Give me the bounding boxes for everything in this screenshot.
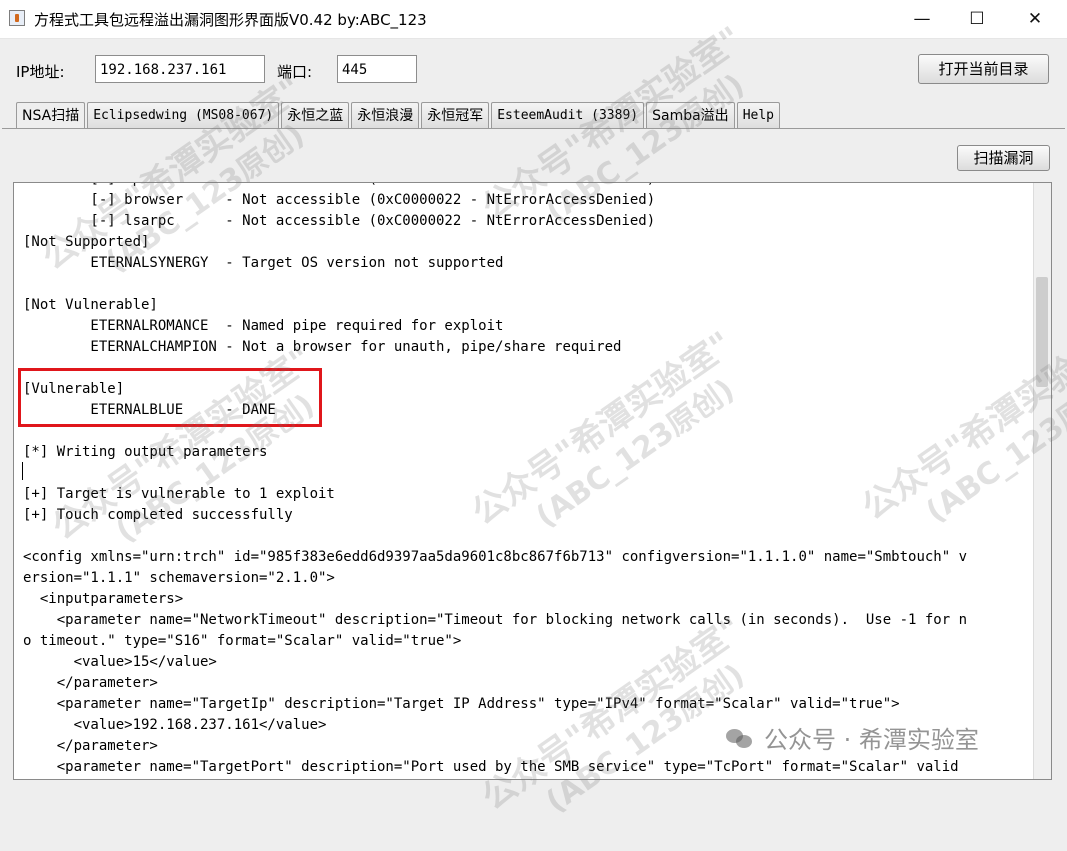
console-line: <parameter name="NetworkTimeout" descrip… [23, 612, 968, 628]
tab-eclipsedwing[interactable]: Eclipsedwing (MS08-067) [87, 102, 280, 128]
tab-eternalchampion[interactable]: 永恒冠军 [421, 102, 490, 128]
close-button[interactable]: ✕ [1006, 0, 1064, 38]
console-line: </parameter> [23, 675, 158, 691]
title-bar: 方程式工具包远程溢出漏洞图形界面版V0.42 by:ABC_123 — ☐ ✕ [0, 0, 1067, 39]
console-line: <config xmlns="urn:trch" id="985f383e6ed… [23, 549, 968, 565]
vertical-scrollbar[interactable] [1033, 183, 1051, 779]
console-line: ersion="1.1.1" schemaversion="2.1.0"> [23, 570, 335, 586]
tab-bar: NSA扫描 Eclipsedwing (MS08-067) 永恒之蓝 永恒浪漫 … [16, 102, 782, 129]
scrollbar-thumb[interactable] [1036, 277, 1048, 387]
port-input[interactable]: 445 [337, 55, 417, 83]
scan-vulnerability-button[interactable]: 扫描漏洞 [957, 145, 1050, 171]
tab-esteemaudit[interactable]: EsteemAudit (3389) [491, 102, 645, 128]
console-line: [*] Writing output parameters [23, 444, 268, 460]
minimize-button[interactable]: — [893, 0, 951, 38]
console-line: ETERNALCHAMPION - Not a browser for unau… [23, 339, 622, 355]
ip-address-input[interactable]: 192.168.237.161 [95, 55, 265, 83]
console-text: [-] spoolss - Not accessible (0xC0000022… [23, 183, 1028, 778]
console-line: [+] Touch completed successfully [23, 507, 293, 523]
console-line: [-] spoolss - Not accessible (0xC0000022… [23, 183, 1028, 190]
wechat-badge: 公众号 · 希潭实验室 [726, 720, 979, 755]
console-line: ETERNALSYNERGY - Target OS version not s… [23, 255, 504, 271]
open-current-dir-button[interactable]: 打开当前目录 [918, 54, 1049, 84]
window-title: 方程式工具包远程溢出漏洞图形界面版V0.42 by:ABC_123 [34, 11, 427, 29]
text-caret [22, 462, 23, 480]
console-line: [+] Target is vulnerable to 1 exploit [23, 486, 335, 502]
console-line: <parameter name="TargetPort" description… [23, 759, 959, 775]
console-line: <inputparameters> [23, 591, 184, 607]
port-label: 端口: [277, 63, 313, 81]
maximize-button[interactable]: ☐ [948, 0, 1006, 38]
console-line: <parameter name="TargetIp" description="… [23, 696, 900, 712]
console-output-area[interactable]: [-] spoolss - Not accessible (0xC0000022… [13, 182, 1052, 780]
tab-help[interactable]: Help [736, 102, 780, 128]
tab-samba-overflow[interactable]: Samba溢出 [646, 102, 735, 128]
console-line: [Not Vulnerable] [23, 297, 158, 313]
console-line: o timeout." type="S16" format="Scalar" v… [23, 633, 462, 649]
ip-label: IP地址: [16, 63, 65, 81]
console-line: <value>15</value> [23, 654, 217, 670]
java-app-icon [9, 10, 25, 26]
console-line: ETERNALROMANCE - Named pipe required for… [23, 318, 504, 334]
vulnerable-highlight-box [18, 368, 322, 427]
console-line: [-] browser - Not accessible (0xC0000022… [23, 192, 656, 208]
console-line: [Not Supported] [23, 234, 150, 250]
tab-eternalromance[interactable]: 永恒浪漫 [351, 102, 420, 128]
wechat-icon [726, 727, 754, 749]
console-line: [-] lsarpc - Not accessible (0xC0000022 … [23, 213, 656, 229]
tab-nsa-scan[interactable]: NSA扫描 [16, 102, 86, 129]
tab-eternalblue[interactable]: 永恒之蓝 [281, 102, 350, 128]
